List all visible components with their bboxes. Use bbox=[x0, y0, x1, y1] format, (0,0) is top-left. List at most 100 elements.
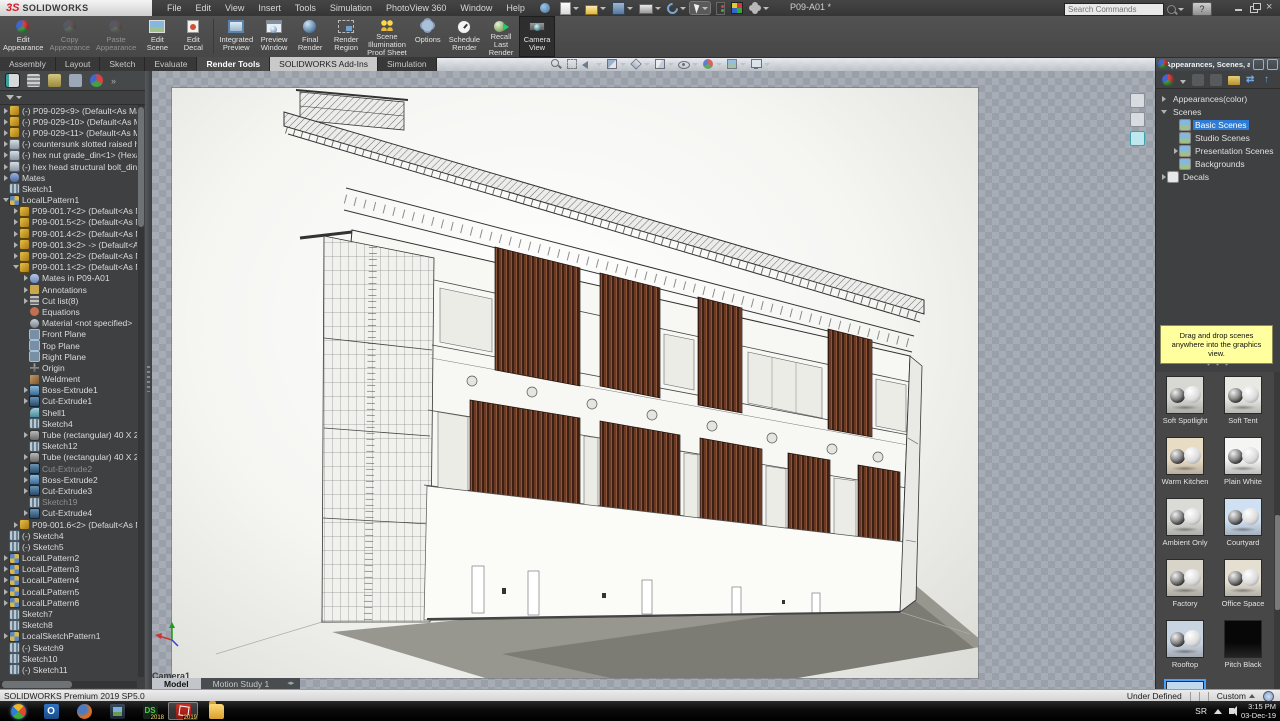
print-button[interactable] bbox=[637, 1, 663, 15]
menu-photoview-360[interactable]: PhotoView 360 bbox=[379, 1, 453, 15]
scrollbar-thumb[interactable] bbox=[1275, 515, 1280, 610]
scene-thumb-ambient-only[interactable]: Ambient Only bbox=[1158, 498, 1212, 547]
pin-icon[interactable] bbox=[1267, 59, 1278, 70]
tree-item-p09-001-6-2-default-as[interactable]: P09-001.6<2> (Default<As Machined bbox=[0, 519, 137, 530]
menu-file[interactable]: File bbox=[160, 1, 189, 15]
feature-tree-tab-icon[interactable] bbox=[6, 74, 19, 87]
rebuild-button[interactable] bbox=[712, 1, 727, 16]
tree-item-cut-list-8[interactable]: Cut list(8) bbox=[0, 295, 137, 306]
expand-arrow-icon[interactable] bbox=[22, 454, 30, 460]
edit-scene-button[interactable]: Edit Scene bbox=[139, 16, 175, 57]
tree-item-top-plane[interactable]: Top Plane bbox=[0, 340, 137, 351]
pane-item-decals[interactable]: Decals bbox=[1156, 170, 1280, 183]
menu-view[interactable]: View bbox=[218, 1, 251, 15]
explorer-taskbar-button[interactable] bbox=[201, 702, 231, 720]
scene-thumb-courtyard[interactable]: Courtyard bbox=[1216, 498, 1270, 547]
tree-item-sketch4[interactable]: (-) Sketch4 bbox=[0, 530, 137, 541]
expand-arrow-icon[interactable] bbox=[12, 265, 20, 269]
display-manager-tab-icon[interactable] bbox=[90, 74, 103, 87]
language-indicator[interactable]: SR bbox=[1195, 706, 1207, 716]
view-orientation-button[interactable] bbox=[630, 58, 650, 70]
recall-last-render-button[interactable]: Recall Last Render bbox=[483, 16, 519, 57]
configuration-manager-tab-icon[interactable] bbox=[48, 74, 61, 87]
expand-arrow-icon[interactable] bbox=[2, 130, 10, 136]
appearance-button[interactable] bbox=[702, 58, 722, 70]
tree-item-mates[interactable]: Mates bbox=[0, 172, 137, 183]
graphics-viewport[interactable]: Camera1 bbox=[152, 57, 1155, 689]
tree-item-sketch12[interactable]: Sketch12 bbox=[0, 441, 137, 452]
undo-button[interactable] bbox=[665, 2, 688, 15]
scene-thumb-rooftop[interactable]: Rooftop bbox=[1158, 620, 1212, 669]
menu-window[interactable]: Window bbox=[453, 1, 499, 15]
tree-item-boss-extrude2[interactable]: Boss-Extrude2 bbox=[0, 474, 137, 485]
minimize-button[interactable] bbox=[1234, 3, 1244, 12]
scene-thumb-warm-kitchen[interactable]: Warm Kitchen bbox=[1158, 437, 1212, 486]
menu-insert[interactable]: Insert bbox=[251, 1, 288, 15]
pane-item-scenes[interactable]: Scenes bbox=[1156, 105, 1280, 118]
splitter-grip[interactable] bbox=[147, 366, 150, 392]
expand-arrow-icon[interactable] bbox=[12, 219, 20, 225]
tree-item-weldment[interactable]: Weldment bbox=[0, 374, 137, 385]
tab-simulation[interactable]: Simulation bbox=[378, 57, 437, 71]
copy-appearance-icon[interactable] bbox=[1192, 74, 1204, 86]
expand-arrow-icon[interactable] bbox=[2, 555, 10, 561]
pane-home-icon[interactable] bbox=[1130, 93, 1145, 108]
expand-arrow-icon[interactable] bbox=[12, 231, 20, 237]
expand-arrow-icon[interactable] bbox=[2, 589, 10, 595]
tree-item-annotations[interactable]: Annotations bbox=[0, 284, 137, 295]
expand-arrow-icon[interactable] bbox=[22, 432, 30, 438]
search-input[interactable] bbox=[1064, 3, 1164, 16]
scene-thumb-backdrop-studio-room-2[interactable]: Backdrop - Studio Room 2 bbox=[1158, 681, 1212, 689]
filter-icon[interactable] bbox=[6, 95, 14, 100]
view-settings-button[interactable] bbox=[750, 58, 770, 70]
scene-thumb-soft-tent[interactable]: Soft Tent bbox=[1216, 376, 1270, 425]
camera-view-button[interactable]: Camera View bbox=[519, 16, 555, 57]
search-icon[interactable] bbox=[1167, 5, 1176, 14]
tree-item-locallpattern3[interactable]: LocalLPattern3 bbox=[0, 564, 137, 575]
expand-arrow-icon[interactable] bbox=[2, 119, 10, 125]
tab-render-tools[interactable]: Render Tools bbox=[197, 57, 270, 71]
zoom-area-button[interactable] bbox=[566, 58, 578, 70]
expand-arrow-icon[interactable] bbox=[22, 510, 30, 516]
tree-item-front-plane[interactable]: Front Plane bbox=[0, 329, 137, 340]
tree-item-cut-extrude4[interactable]: Cut-Extrude4 bbox=[0, 508, 137, 519]
expand-arrow-icon[interactable] bbox=[22, 398, 30, 404]
display-style-button[interactable] bbox=[654, 58, 674, 70]
tree-item-cut-extrude3[interactable]: Cut-Extrude3 bbox=[0, 485, 137, 496]
expand-arrow-icon[interactable] bbox=[2, 175, 10, 181]
expand-arrow-icon[interactable] bbox=[1160, 96, 1168, 102]
expand-arrow-icon[interactable] bbox=[22, 477, 30, 483]
pane-item-basic-scenes[interactable]: Basic Scenes bbox=[1156, 118, 1280, 131]
tree-item-p09-001-2-2-default-as[interactable]: P09-001.2<2> (Default<As Machined bbox=[0, 250, 137, 261]
clock[interactable]: 3:15 PM 03-Dec-19 bbox=[1241, 702, 1276, 720]
schedule-render-button[interactable]: Schedule Render bbox=[446, 16, 483, 57]
apply-appearance-icon[interactable] bbox=[1162, 74, 1174, 86]
expand-arrow-icon[interactable] bbox=[22, 488, 30, 494]
expand-arrow-icon[interactable] bbox=[22, 387, 30, 393]
tree-item-sketch5[interactable]: (-) Sketch5 bbox=[0, 541, 137, 552]
pane-item-backgrounds[interactable]: Backgrounds bbox=[1156, 157, 1280, 170]
tree-item-p09-029-11-default[interactable]: (-) P09-029<11> (Default<As Machined>< bbox=[0, 127, 137, 138]
volume-icon[interactable] bbox=[1229, 708, 1234, 714]
close-button[interactable]: × bbox=[1266, 3, 1276, 12]
expand-arrow-icon[interactable] bbox=[1160, 174, 1168, 180]
tree-item-boss-extrude1[interactable]: Boss-Extrude1 bbox=[0, 385, 137, 396]
expand-arrow-icon[interactable] bbox=[2, 108, 10, 114]
tree-item-mates-in-p09-a01[interactable]: Mates in P09-A01 bbox=[0, 273, 137, 284]
open-button[interactable] bbox=[583, 1, 608, 16]
expand-arrow-icon[interactable] bbox=[22, 287, 30, 293]
tree-item-p09-001-1-2-default-as[interactable]: P09-001.1<2> (Default<As Machined bbox=[0, 262, 137, 273]
filter-caret-icon[interactable] bbox=[16, 96, 22, 99]
expand-arrow-icon[interactable] bbox=[22, 275, 30, 281]
tree-item-locallpattern2[interactable]: LocalLPattern2 bbox=[0, 553, 137, 564]
expand-arrow-icon[interactable] bbox=[1160, 110, 1168, 114]
tree-item-p09-029-10-default[interactable]: (-) P09-029<10> (Default<As Machined>< bbox=[0, 116, 137, 127]
photos-taskbar-button[interactable] bbox=[102, 702, 132, 720]
scene-thumb-plain-white[interactable]: Plain White bbox=[1216, 437, 1270, 486]
expand-arrow-icon[interactable] bbox=[2, 198, 10, 202]
tree-item-cut-extrude1[interactable]: Cut-Extrude1 bbox=[0, 396, 137, 407]
menu-help[interactable]: Help bbox=[499, 1, 532, 15]
scene-thumb-office-space[interactable]: Office Space bbox=[1216, 559, 1270, 608]
tab-layout[interactable]: Layout bbox=[56, 57, 101, 71]
expand-arrow-icon[interactable] bbox=[12, 522, 20, 528]
